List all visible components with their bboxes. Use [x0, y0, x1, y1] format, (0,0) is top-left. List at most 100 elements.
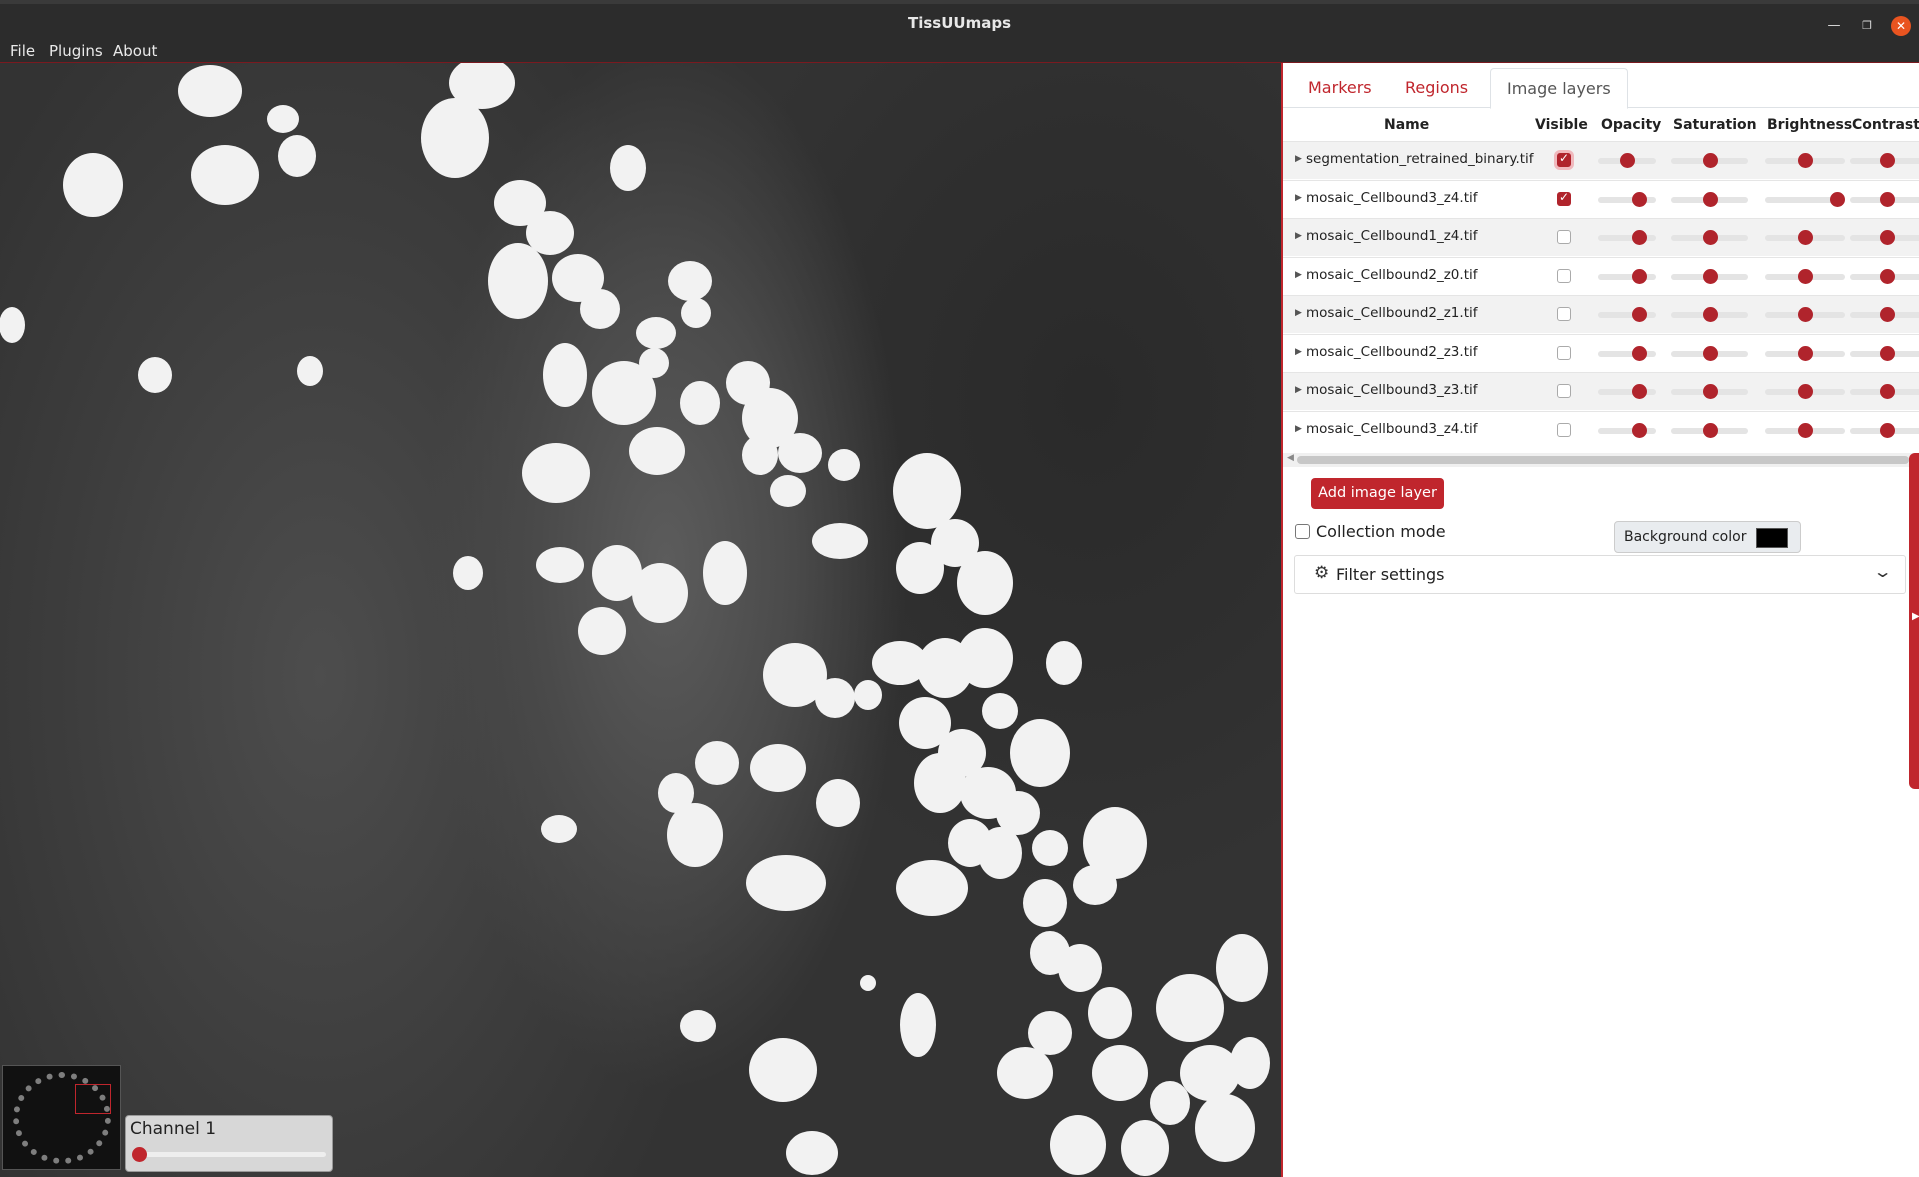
brightness-slider-handle[interactable]	[1798, 230, 1813, 245]
visible-checkbox[interactable]	[1557, 307, 1571, 321]
tab-image-layers[interactable]: Image layers	[1490, 68, 1628, 109]
brightness-slider[interactable]	[1765, 384, 1845, 399]
brightness-slider[interactable]	[1765, 230, 1845, 245]
contrast-slider[interactable]	[1850, 230, 1919, 245]
opacity-slider-handle[interactable]	[1620, 153, 1635, 168]
table-horizontal-scrollbar[interactable]: ◀	[1283, 453, 1919, 467]
expand-caret-icon[interactable]: ▶	[1295, 347, 1302, 357]
menu-plugins[interactable]: Plugins	[49, 42, 103, 60]
opacity-slider[interactable]	[1598, 230, 1656, 245]
contrast-slider[interactable]	[1850, 384, 1919, 399]
brightness-slider-handle[interactable]	[1798, 345, 1813, 361]
saturation-slider[interactable]	[1671, 191, 1748, 207]
visible-checkbox[interactable]	[1557, 230, 1571, 244]
saturation-slider-handle[interactable]	[1702, 384, 1718, 399]
opacity-slider[interactable]	[1598, 153, 1656, 168]
collection-mode-toggle[interactable]: Collection mode	[1295, 522, 1446, 541]
brightness-slider[interactable]	[1765, 268, 1845, 284]
contrast-slider-handle[interactable]	[1879, 153, 1895, 168]
opacity-slider-handle[interactable]	[1631, 230, 1647, 245]
brightness-slider[interactable]	[1765, 307, 1845, 322]
scrollbar-thumb[interactable]	[1297, 456, 1909, 464]
visible-checkbox[interactable]	[1557, 151, 1571, 167]
opacity-slider[interactable]	[1598, 384, 1656, 399]
contrast-slider[interactable]	[1850, 345, 1919, 361]
saturation-slider-handle[interactable]	[1702, 422, 1718, 438]
minimap-viewport[interactable]	[75, 1084, 111, 1114]
brightness-slider-handle[interactable]	[1798, 268, 1813, 284]
maximize-button[interactable]: ❐	[1857, 16, 1877, 36]
tab-markers[interactable]: Markers	[1292, 68, 1388, 109]
scroll-left-icon[interactable]: ◀	[1287, 453, 1294, 463]
minimize-button[interactable]: —	[1824, 16, 1844, 36]
background-color-swatch[interactable]	[1756, 528, 1788, 548]
visible-checkbox[interactable]	[1557, 190, 1571, 206]
menu-about[interactable]: About	[113, 42, 157, 60]
overview-minimap[interactable]	[2, 1065, 121, 1170]
brightness-slider[interactable]	[1765, 422, 1845, 438]
visible-checkbox[interactable]	[1557, 268, 1571, 283]
brightness-slider-handle[interactable]	[1798, 384, 1813, 399]
contrast-slider-handle[interactable]	[1879, 345, 1895, 361]
saturation-slider-handle[interactable]	[1702, 307, 1718, 322]
expand-caret-icon[interactable]: ▶	[1295, 231, 1302, 241]
brightness-slider-handle[interactable]	[1830, 191, 1845, 207]
background-color-picker[interactable]: Background color	[1614, 521, 1801, 553]
opacity-slider[interactable]	[1598, 268, 1656, 284]
opacity-slider-handle[interactable]	[1631, 268, 1647, 284]
saturation-slider[interactable]	[1671, 230, 1748, 245]
saturation-slider[interactable]	[1671, 345, 1748, 361]
brightness-slider[interactable]	[1765, 345, 1845, 361]
expand-caret-icon[interactable]: ▶	[1295, 308, 1302, 318]
expand-caret-icon[interactable]: ▶	[1295, 193, 1302, 203]
saturation-slider[interactable]	[1671, 153, 1748, 168]
contrast-slider[interactable]	[1850, 191, 1919, 207]
saturation-slider-handle[interactable]	[1702, 230, 1718, 245]
saturation-slider-handle[interactable]	[1702, 345, 1718, 361]
opacity-slider[interactable]	[1598, 191, 1656, 207]
add-image-layer-button[interactable]: Add image layer	[1311, 478, 1444, 509]
opacity-slider-handle[interactable]	[1631, 191, 1647, 207]
opacity-slider-handle[interactable]	[1631, 422, 1647, 438]
expand-caret-icon[interactable]: ▶	[1295, 154, 1302, 164]
saturation-slider[interactable]	[1671, 268, 1748, 284]
contrast-slider-handle[interactable]	[1879, 422, 1895, 438]
visible-checkbox[interactable]	[1557, 384, 1571, 398]
image-viewer[interactable]: Channel 1	[0, 63, 1281, 1177]
contrast-slider-handle[interactable]	[1879, 268, 1895, 284]
tab-regions[interactable]: Regions	[1389, 68, 1484, 109]
contrast-slider[interactable]	[1850, 153, 1919, 168]
visible-checkbox[interactable]	[1557, 345, 1571, 360]
contrast-slider-handle[interactable]	[1879, 191, 1895, 207]
opacity-slider-handle[interactable]	[1631, 345, 1647, 361]
opacity-slider[interactable]	[1598, 307, 1656, 322]
expand-caret-icon[interactable]: ▶	[1295, 424, 1302, 434]
saturation-slider-handle[interactable]	[1702, 268, 1718, 284]
opacity-slider[interactable]	[1598, 422, 1656, 438]
expand-caret-icon[interactable]: ▶	[1295, 270, 1302, 280]
panel-collapse-handle[interactable]: ▶	[1909, 453, 1919, 789]
contrast-slider-handle[interactable]	[1879, 230, 1895, 245]
saturation-slider-handle[interactable]	[1702, 191, 1718, 207]
opacity-slider-handle[interactable]	[1631, 384, 1647, 399]
channel-slider[interactable]	[134, 1152, 326, 1157]
channel-slider-handle[interactable]	[132, 1147, 147, 1162]
saturation-slider[interactable]	[1671, 422, 1748, 438]
filter-settings-accordion[interactable]: ⚙ Filter settings ⌄	[1294, 555, 1906, 594]
menu-file[interactable]: File	[10, 42, 35, 60]
brightness-slider-handle[interactable]	[1798, 153, 1813, 168]
brightness-slider-handle[interactable]	[1798, 307, 1813, 322]
saturation-slider-handle[interactable]	[1702, 153, 1718, 168]
visible-checkbox[interactable]	[1557, 422, 1571, 437]
contrast-slider[interactable]	[1850, 422, 1919, 438]
brightness-slider[interactable]	[1765, 191, 1845, 207]
close-button[interactable]: ✕	[1891, 16, 1911, 36]
opacity-slider[interactable]	[1598, 345, 1656, 361]
contrast-slider-handle[interactable]	[1879, 307, 1895, 322]
brightness-slider-handle[interactable]	[1798, 422, 1813, 438]
brightness-slider[interactable]	[1765, 153, 1845, 168]
opacity-slider-handle[interactable]	[1631, 307, 1647, 322]
contrast-slider[interactable]	[1850, 307, 1919, 322]
collection-mode-checkbox[interactable]	[1295, 524, 1310, 539]
saturation-slider[interactable]	[1671, 384, 1748, 399]
